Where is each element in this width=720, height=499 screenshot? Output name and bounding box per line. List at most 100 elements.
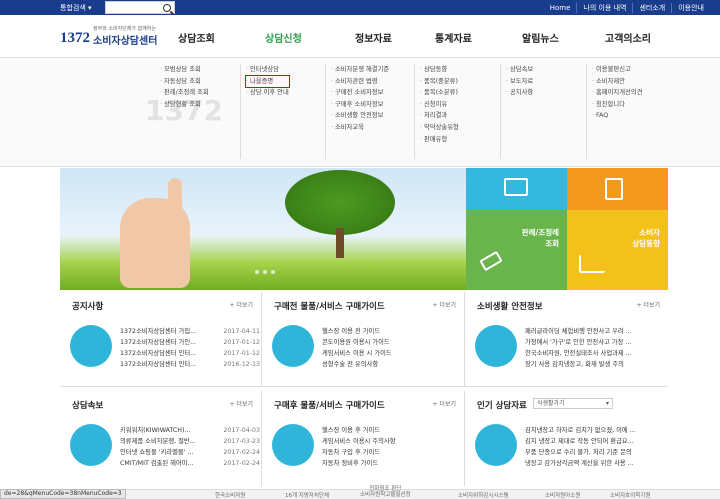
menu-item[interactable]: 홈페이지개선의견 xyxy=(592,87,642,99)
menu-item[interactable]: 구매전 소비자정보 xyxy=(331,87,389,99)
menu-item[interactable]: 신청이유 xyxy=(420,99,459,111)
menu-item[interactable]: 품목(소분류) xyxy=(420,87,459,99)
list-item[interactable]: 냉장고 감가상각금액 계산을 위한 사용 ... xyxy=(525,458,665,469)
center-intro-link[interactable]: 센터소개 xyxy=(632,2,671,13)
menu-item[interactable]: 상담 이후 안내 xyxy=(246,87,289,99)
menu-item[interactable]: 판례/조정례 조회 xyxy=(160,87,209,99)
search-scope-dropdown[interactable]: 통합검색 ▾ xyxy=(60,3,105,13)
nav-info[interactable]: 정보자료 xyxy=(355,30,392,45)
main-banner[interactable] xyxy=(60,168,466,290)
main-nav: 상담조회 상담신청 정보자료 통계자료 알림뉴스 고객의소리 xyxy=(150,30,710,50)
menu-item[interactable]: 상담현황 조회 xyxy=(160,99,209,111)
list-item[interactable]: 1372소비자상담센터 인터... 2017-01-12 xyxy=(120,348,260,359)
list-item[interactable]: 의류제품 소비자분쟁, 절반... 2017-03-23 xyxy=(120,436,260,447)
menu-item[interactable]: 소비자교육 xyxy=(331,122,389,134)
list-item[interactable]: 가정에서 '가구'로 인한 안전사고 가장 ... xyxy=(525,337,665,348)
footer-link[interactable]: 16개 지방자치단체 xyxy=(285,491,329,499)
tile-precedent[interactable]: 판례/조정례 조회 xyxy=(466,210,567,290)
section-popular: 인기 상담자료 식생활가기 김치냉장고 하자로 김치가 없으졌, 이에 ... … xyxy=(465,391,668,486)
menu-item[interactable]: 이용불편신고 xyxy=(592,64,642,76)
menu-item[interactable]: 모범상담 조회 xyxy=(160,64,209,76)
menu-item[interactable]: 칭찬합니다 xyxy=(592,99,642,111)
tile-trend[interactable]: 소비자 상담동향 xyxy=(567,210,668,290)
lightbulb-icon xyxy=(272,325,314,367)
menu-item[interactable]: 자동상담 조회 xyxy=(160,76,209,88)
logo[interactable]: 1372 정부와 소비자단체가 함께하는 소비자상담센터 xyxy=(60,25,157,47)
safety-helmet-icon xyxy=(475,325,517,367)
menu-item[interactable]: 소비생활 안전정보 xyxy=(331,110,389,122)
header: 1372 정부와 소비자단체가 함께하는 소비자상담센터 상담조회 상담신청 정… xyxy=(0,15,720,58)
list-item[interactable]: 콘도이용원 이용시 가이드 xyxy=(322,337,462,348)
menu-item[interactable]: 상담동향 xyxy=(420,64,459,76)
footer-link[interactable]: 전화원조 판단 소비자원학고물질선정 xyxy=(360,486,411,498)
list-item[interactable]: 게임서비스 이용시 주의사항 xyxy=(322,436,462,447)
pager-dot[interactable] xyxy=(263,270,267,274)
list-item[interactable]: 헬스장 이용 전 가이드 xyxy=(322,326,462,337)
category-select[interactable]: 식생활가기 xyxy=(533,398,613,409)
list-item[interactable]: 성형수술 전 유의사항 xyxy=(322,359,462,370)
more-link[interactable]: + 더보기 xyxy=(433,399,457,408)
browser-status-bar: de=28&qMenuCode=38nMenuCode=3 xyxy=(0,489,126,499)
nav-news[interactable]: 알림뉴스 xyxy=(522,30,559,45)
bar-chart-icon xyxy=(579,255,605,273)
nav-customer-voice[interactable]: 고객의소리 xyxy=(605,30,651,45)
menu-item[interactable]: 소비자관련 법령 xyxy=(331,76,389,88)
menu-item[interactable]: 보도자료 xyxy=(506,76,533,88)
search-input[interactable] xyxy=(105,1,175,14)
list-item[interactable]: 자동차 정비후 가이드 xyxy=(322,458,462,469)
home-link[interactable]: Home xyxy=(544,4,577,12)
menu-item[interactable]: 공지사항 xyxy=(506,87,533,99)
footer-link[interactable]: 소비자원아소원 xyxy=(545,491,580,499)
tree-image xyxy=(285,170,395,235)
footer-link[interactable]: 한국소비자원 xyxy=(215,491,245,499)
list-item[interactable]: 장기 사용 김치냉장고, 화재 발생 주의 xyxy=(525,359,665,370)
logo-number: 1372 xyxy=(60,30,90,46)
utility-links: Home 나의 이용 내역 센터소개 이용안내 xyxy=(544,1,710,14)
list-item[interactable]: CMIT/MIT 검출된 헤어미... 2017-02-24 xyxy=(120,458,260,469)
menu-item[interactable]: 소비자제안 xyxy=(592,76,642,88)
nav-stats[interactable]: 통계자료 xyxy=(435,30,472,45)
list-item[interactable]: 키워워치(KIWIWATCH)... 2017-04-03 xyxy=(120,425,260,436)
usage-guide-link[interactable]: 이용안내 xyxy=(671,2,710,13)
nav-consult-apply[interactable]: 상담신청 xyxy=(265,30,302,45)
menu-item[interactable]: 판매유형 xyxy=(420,134,459,146)
pager-dot[interactable] xyxy=(255,270,259,274)
menu-item[interactable]: 품목(중분류) xyxy=(420,76,459,88)
footer-link[interactable]: 소비자위하감시시스템 xyxy=(458,491,509,499)
list-item[interactable]: 김치냉장고 하자로 김치가 없으졌, 이에 ... xyxy=(525,425,665,436)
list-item[interactable]: 자동차 구입 후 가이드 xyxy=(322,447,462,458)
gavel-icon xyxy=(479,250,503,272)
menu-item[interactable]: 악덕상술유형 xyxy=(420,122,459,134)
nav-consult-search[interactable]: 상담조회 xyxy=(178,30,215,45)
more-link[interactable]: + 더보기 xyxy=(230,399,254,408)
mega-menu: 1372 모범상담 조회 자동상담 조회 판례/조정례 조회 상담현황 조회 인… xyxy=(0,59,720,167)
my-history-link[interactable]: 나의 이용 내역 xyxy=(576,2,632,13)
menu-item[interactable]: FAQ xyxy=(592,110,642,122)
more-link[interactable]: + 더보기 xyxy=(433,300,457,309)
list-item[interactable]: 패러글라이딩 체험비행 안전사고 우려 ... xyxy=(525,326,665,337)
more-link[interactable]: + 더보기 xyxy=(230,300,254,309)
list-item[interactable]: 김치 냉장고 제대로 작동 안되어 환급요... xyxy=(525,436,665,447)
menu-item[interactable]: 인터넷상담 xyxy=(246,64,289,76)
list-item[interactable]: 부품 단종으로 수리 불가, 처리 기준 문의 xyxy=(525,447,665,458)
list-item[interactable]: 1372소비자상담센터 가인... 2017-01-12 xyxy=(120,337,260,348)
list-item[interactable]: 1372소비자상담센터 가입... 2017-04-11 xyxy=(120,326,260,337)
list-item[interactable]: 인터넷 쇼핑몰 '키라멜몰' ... 2017-02-24 xyxy=(120,447,260,458)
mega-col-news: 상담속보 보도자료 공지사항 xyxy=(500,64,533,159)
list-item[interactable]: 헬스장 이용 후 가이드 xyxy=(322,425,462,436)
list-item[interactable]: 게임서비스 이용 시 가이드 xyxy=(322,348,462,359)
menu-item[interactable]: 상담속보 xyxy=(506,64,533,76)
search-icon[interactable] xyxy=(163,4,171,12)
pager-dot[interactable] xyxy=(271,270,275,274)
menu-item[interactable]: 소비자분쟁 해결기준 xyxy=(331,64,389,76)
menu-item[interactable]: 처리결과 xyxy=(420,110,459,122)
mega-col-consult-search: 모범상담 조회 자동상담 조회 판례/조정례 조회 상담현황 조회 xyxy=(160,64,209,110)
logo-title: 소비자상담센터 xyxy=(93,36,158,47)
menu-item-highlighted[interactable]: 나을증명 xyxy=(245,74,290,89)
menu-item[interactable]: 구매후 소비자정보 xyxy=(331,99,389,111)
list-item[interactable]: 한국소비자원, 안전실태조사 사업과제 ... xyxy=(525,348,665,359)
quick-tiles: 판례/조정례 조회 소비자 상담동향 xyxy=(466,168,668,290)
list-item[interactable]: 1372소비자상담센터 인터... 2016-12-13 xyxy=(120,359,260,370)
footer-link[interactable]: 소비자호이학기원 xyxy=(610,491,650,499)
more-link[interactable]: + 더보기 xyxy=(637,300,661,309)
